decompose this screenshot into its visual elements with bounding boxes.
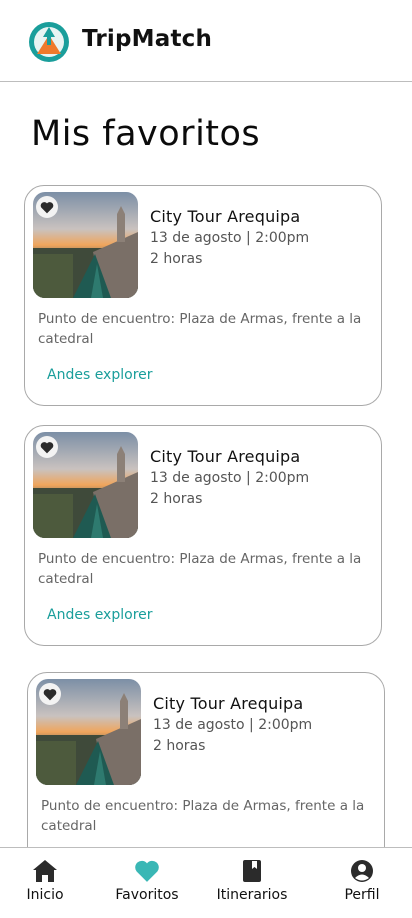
nav-item-favoritos[interactable]: Favoritos <box>107 848 187 918</box>
heart-icon <box>40 441 54 453</box>
favorite-toggle[interactable] <box>39 683 61 705</box>
app-logo[interactable] <box>28 21 70 63</box>
meeting-point: Punto de encuentro: Plaza de Armas, fren… <box>38 311 362 347</box>
tour-date: 13 de agosto | 2:00pm <box>150 470 310 486</box>
tour-photo <box>36 679 141 785</box>
app-header: TripMatch <box>0 0 412 82</box>
favorite-toggle[interactable] <box>36 196 58 218</box>
tour-photo <box>33 192 138 298</box>
nav-label: Itinerarios <box>216 887 288 903</box>
heart-icon <box>135 860 159 882</box>
app-name: TripMatch <box>82 26 213 52</box>
tour-duration: 2 horas <box>153 738 206 754</box>
tour-title: City Tour Arequipa <box>153 694 304 713</box>
meeting-point: Punto de encuentro: Plaza de Armas, fren… <box>41 798 365 834</box>
book-icon <box>243 860 261 882</box>
bottom-nav: Inicio Favoritos Itinerarios Perfil <box>0 847 412 917</box>
favorite-card[interactable]: City Tour Arequipa 13 de agosto | 2:00pm… <box>24 425 382 646</box>
nav-item-perfil[interactable]: Perfil <box>327 848 397 918</box>
meeting-point: Punto de encuentro: Plaza de Armas, fren… <box>38 551 362 587</box>
nav-label: Inicio <box>26 887 64 903</box>
user-icon <box>351 860 373 882</box>
favorite-card[interactable]: City Tour Arequipa 13 de agosto | 2:00pm… <box>24 185 382 406</box>
home-icon <box>33 860 57 882</box>
nav-label: Perfil <box>344 887 380 903</box>
heart-icon <box>40 201 54 213</box>
tour-title: City Tour Arequipa <box>150 447 301 466</box>
tour-duration: 2 horas <box>150 251 203 267</box>
nav-item-itinerarios[interactable]: Itinerarios <box>212 848 292 918</box>
tour-date: 13 de agosto | 2:00pm <box>153 717 313 733</box>
tour-photo <box>33 432 138 538</box>
nav-label: Favoritos <box>115 887 179 903</box>
page-title: Mis favoritos <box>31 114 261 154</box>
favorite-toggle[interactable] <box>36 436 58 458</box>
tour-duration: 2 horas <box>150 491 203 507</box>
heart-icon <box>43 688 57 700</box>
nav-item-inicio[interactable]: Inicio <box>10 848 80 918</box>
tour-title: City Tour Arequipa <box>150 207 301 226</box>
tour-date: 13 de agosto | 2:00pm <box>150 230 310 246</box>
agency-link[interactable]: Andes explorer <box>47 367 153 383</box>
agency-link[interactable]: Andes explorer <box>47 607 153 623</box>
